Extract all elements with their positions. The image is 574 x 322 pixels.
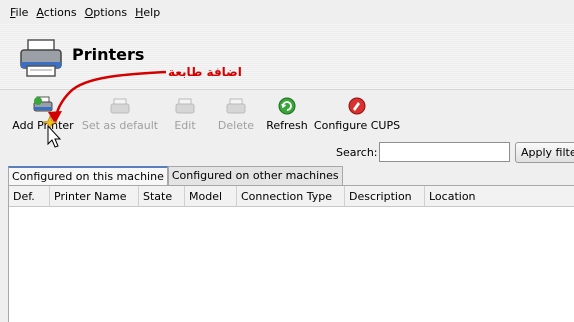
refresh-button[interactable]: Refresh xyxy=(263,92,311,138)
toolbar: Add Printer Set as default Edit Delete R… xyxy=(0,92,574,140)
page-title: Printers xyxy=(72,45,145,64)
printer-icon xyxy=(20,39,62,77)
printer-table: Def. Printer Name State Model Connection… xyxy=(8,185,574,322)
menu-bar: File Actions Options Help xyxy=(0,0,574,24)
column-header-location[interactable]: Location xyxy=(425,186,574,207)
search-input[interactable] xyxy=(379,142,510,162)
column-header-def[interactable]: Def. xyxy=(9,186,50,207)
edit-label: Edit xyxy=(174,119,196,132)
add-printer-button[interactable]: Add Printer xyxy=(12,92,74,138)
menu-help[interactable]: Help xyxy=(135,6,160,19)
menu-file[interactable]: File xyxy=(10,6,28,19)
tab-configured-local[interactable]: Configured on this machine xyxy=(8,166,168,185)
tab-bar: Configured on this machine Configured on… xyxy=(8,166,343,185)
set-default-button[interactable]: Set as default xyxy=(80,92,160,138)
edit-button[interactable]: Edit xyxy=(170,92,200,138)
delete-button[interactable]: Delete xyxy=(216,92,256,138)
table-header: Def. Printer Name State Model Connection… xyxy=(9,186,574,207)
annotation-label: اضافة طابعة xyxy=(168,65,242,79)
search-row: Search: Apply filter xyxy=(0,142,574,164)
cups-icon xyxy=(348,97,366,115)
column-header-state[interactable]: State xyxy=(139,186,185,207)
set-default-label: Set as default xyxy=(81,119,159,132)
menu-actions[interactable]: Actions xyxy=(36,6,76,19)
column-header-connection-type[interactable]: Connection Type xyxy=(237,186,345,207)
column-header-printer-name[interactable]: Printer Name xyxy=(50,186,139,207)
add-printer-label: Add Printer xyxy=(12,119,74,132)
printer-default-icon xyxy=(110,98,130,114)
column-header-model[interactable]: Model xyxy=(185,186,237,207)
configure-cups-button[interactable]: Configure CUPS xyxy=(313,92,401,138)
refresh-label: Refresh xyxy=(266,119,308,132)
apply-filter-button[interactable]: Apply filter xyxy=(515,142,574,163)
refresh-icon xyxy=(278,97,296,115)
printer-delete-icon xyxy=(226,98,246,114)
configure-cups-label: Configure CUPS xyxy=(313,119,401,132)
column-header-description[interactable]: Description xyxy=(345,186,425,207)
menu-options[interactable]: Options xyxy=(85,6,127,19)
delete-label: Delete xyxy=(217,119,255,132)
tab-configured-other[interactable]: Configured on other machines xyxy=(167,166,343,185)
search-label: Search: xyxy=(336,146,378,159)
printer-edit-icon xyxy=(175,98,195,114)
add-printer-icon xyxy=(33,96,53,112)
